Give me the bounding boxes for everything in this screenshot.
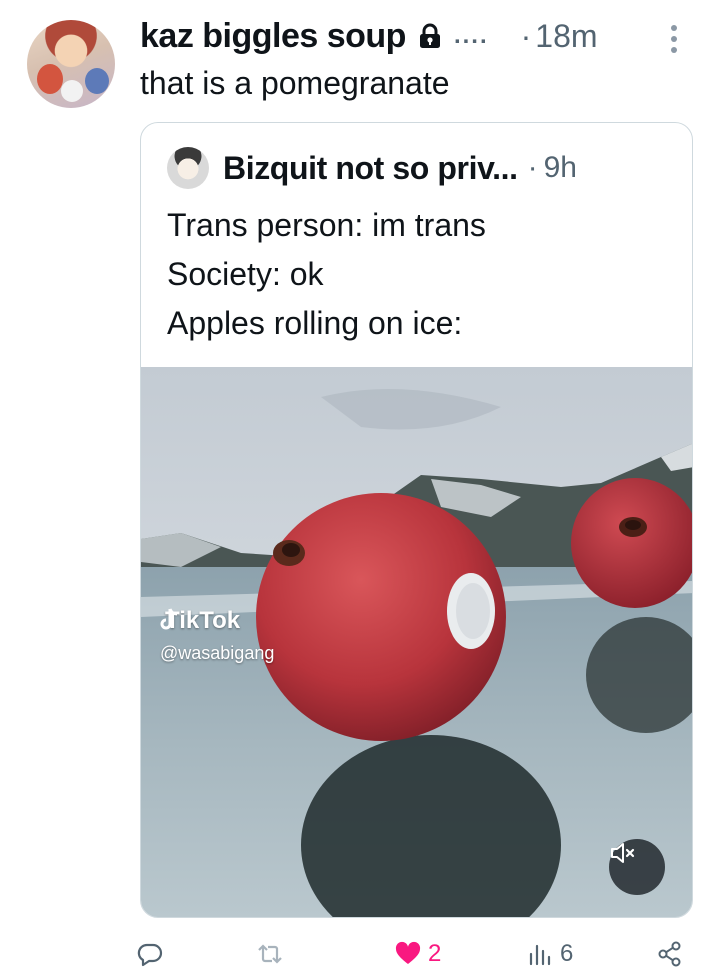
author-display-name[interactable]: kaz biggles soup xyxy=(140,17,406,56)
heart-filled-icon xyxy=(395,941,421,964)
quoted-author-display-name: Bizquit not so priv... xyxy=(223,149,518,186)
quoted-tweet-header: Bizquit not so priv... · 9h xyxy=(167,147,577,189)
avatar-detail xyxy=(37,64,63,94)
quoted-tweet-card[interactable]: Bizquit not so priv... · 9h Trans person… xyxy=(140,122,693,918)
quoted-text-line: Trans person: im trans xyxy=(167,207,486,243)
tiktok-handle: @wasabigang xyxy=(160,643,275,663)
tweet-timestamp[interactable]: 18m xyxy=(535,18,597,55)
video-player[interactable]: TikTok @wasabigang xyxy=(141,367,692,917)
avatar-detail xyxy=(85,68,109,94)
retweet-button[interactable] xyxy=(256,934,284,974)
views-count: 6 xyxy=(560,940,574,967)
retweet-icon xyxy=(258,944,282,964)
name-overflow: .... xyxy=(453,22,489,49)
views-chart-icon xyxy=(529,944,551,966)
avatar-detail xyxy=(61,80,83,102)
separator-dot: · xyxy=(520,17,532,54)
quoted-tweet-timestamp: 9h xyxy=(543,151,577,184)
tiktok-watermark: TikTok @wasabigang xyxy=(159,607,274,664)
tweet-action-bar: 2 6 xyxy=(136,934,696,974)
tweet-text: that is a pomegranate xyxy=(140,65,450,101)
speaker-muted-icon xyxy=(611,843,635,863)
share-button[interactable] xyxy=(656,934,684,974)
lock-icon xyxy=(418,23,442,49)
like-button[interactable]: 2 xyxy=(394,934,441,974)
reply-icon xyxy=(137,943,163,967)
share-icon xyxy=(658,941,681,967)
mute-button[interactable] xyxy=(609,839,665,895)
like-count: 2 xyxy=(428,940,442,967)
quoted-tweet-text: Trans person: im trans Society: ok Apple… xyxy=(167,201,486,348)
quoted-author-avatar xyxy=(167,147,209,189)
author-avatar[interactable] xyxy=(27,20,115,108)
views-button[interactable]: 6 xyxy=(526,934,573,974)
reply-button[interactable] xyxy=(136,934,164,974)
quoted-text-line: Society: ok xyxy=(167,256,324,292)
tiktok-logo-icon xyxy=(160,608,178,630)
separator-dot: · xyxy=(527,151,538,184)
quoted-text-line: Apples rolling on ice: xyxy=(167,305,463,341)
more-options-icon[interactable] xyxy=(664,22,684,56)
tweet-header: kaz biggles soup .... · 18m xyxy=(140,14,680,58)
